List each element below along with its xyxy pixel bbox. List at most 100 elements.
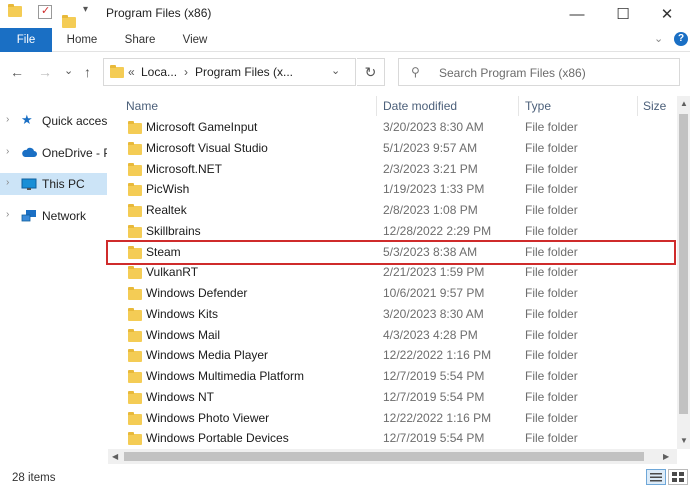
folder-icon bbox=[128, 162, 142, 176]
details-view-icon bbox=[650, 473, 662, 482]
sidebar-item-onedrive[interactable]: › OneDrive - P bbox=[0, 142, 107, 164]
column-header-type[interactable]: Type bbox=[525, 96, 551, 116]
file-name[interactable]: Windows Media Player bbox=[146, 348, 268, 362]
file-name[interactable]: Microsoft Visual Studio bbox=[146, 141, 268, 155]
file-name[interactable]: Windows Defender bbox=[146, 286, 247, 300]
new-folder-icon[interactable] bbox=[62, 15, 76, 28]
table-row[interactable]: Windows Photo Viewer 12/22/2022 1:16 PM Fi… bbox=[108, 408, 677, 429]
table-row[interactable]: Skillbrains 12/28/2022 2:29 PM File folder bbox=[108, 221, 677, 242]
table-row[interactable]: Windows Kits 3/20/2023 8:30 AM File folder bbox=[108, 304, 677, 325]
minimize-button[interactable]: — bbox=[554, 0, 600, 28]
folder-icon bbox=[128, 349, 142, 363]
file-date-modified: 2/21/2023 1:59 PM bbox=[383, 265, 485, 280]
address-dropdown-button[interactable]: ⌄ bbox=[331, 64, 340, 77]
file-date-modified: 12/7/2019 5:54 PM bbox=[383, 369, 485, 383]
file-date-modified: 12/28/2022 2:29 PM bbox=[383, 223, 492, 238]
table-row[interactable]: Microsoft.NET 2/3/2023 3:21 PM File folder bbox=[108, 159, 677, 180]
file-name[interactable]: Windows NT bbox=[146, 390, 214, 404]
column-divider[interactable] bbox=[376, 96, 377, 116]
maximize-button[interactable]: ☐ bbox=[600, 0, 646, 28]
folder-icon bbox=[8, 4, 22, 17]
table-row[interactable]: Windows Defender 10/6/2021 9:57 PM File fo… bbox=[108, 283, 677, 304]
tab-view[interactable]: View bbox=[174, 28, 216, 52]
file-date-modified: 12/22/2022 1:16 PM bbox=[383, 410, 492, 425]
details-view-button[interactable] bbox=[646, 469, 666, 485]
file-name[interactable]: Windows Multimedia Platform bbox=[146, 369, 304, 383]
item-count: 28 items bbox=[12, 472, 56, 484]
forward-button[interactable]: → bbox=[38, 64, 52, 80]
address-bar[interactable]: « Loca... › Program Files (x... bbox=[103, 58, 356, 86]
recent-locations-button[interactable]: ⌄ bbox=[64, 64, 73, 77]
horizontal-scroll-thumb[interactable] bbox=[124, 452, 644, 461]
file-name[interactable]: PicWish bbox=[146, 182, 189, 196]
chevron-down-icon[interactable]: ⌄ bbox=[654, 32, 663, 45]
table-row[interactable]: Windows NT 12/7/2019 5:54 PM File folder bbox=[108, 387, 677, 408]
help-icon[interactable]: ? bbox=[674, 32, 688, 46]
file-name[interactable]: Microsoft GameInput bbox=[146, 120, 257, 134]
file-name[interactable]: Windows Kits bbox=[146, 307, 218, 321]
chevron-right-icon[interactable]: › bbox=[6, 209, 9, 220]
address-segment-local[interactable]: Loca... bbox=[141, 65, 177, 79]
file-date-modified: 10/6/2021 9:57 PM bbox=[383, 286, 485, 300]
cloud-icon bbox=[21, 147, 37, 159]
table-row[interactable]: VulkanRT 2/21/2023 1:59 PM File folder bbox=[108, 262, 677, 283]
tab-file[interactable]: File bbox=[0, 28, 52, 52]
search-box[interactable]: ⚲ Search Program Files (x86) bbox=[398, 58, 680, 86]
address-overflow[interactable]: « bbox=[128, 65, 135, 79]
table-row[interactable]: Windows Portable Devices 12/7/2019 5:54 P… bbox=[108, 428, 677, 449]
table-row[interactable]: Realtek 2/8/2023 1:08 PM File folder bbox=[108, 200, 677, 221]
file-name[interactable]: Skillbrains bbox=[146, 224, 201, 238]
file-name[interactable]: Windows Mail bbox=[146, 328, 220, 342]
column-header-size[interactable]: Size bbox=[643, 96, 666, 116]
refresh-button[interactable]: ↻ bbox=[357, 58, 385, 86]
back-button[interactable]: ← bbox=[10, 64, 24, 80]
search-input[interactable]: Search Program Files (x86) bbox=[439, 66, 586, 80]
table-row[interactable]: Microsoft Visual Studio 5/1/2023 9:57 AM F… bbox=[108, 138, 677, 159]
sidebar-item-quick-access[interactable]: › ★ Quick access bbox=[0, 110, 107, 132]
horizontal-scrollbar[interactable]: ◀ ▶ bbox=[108, 449, 677, 464]
file-date-modified: 12/7/2019 5:54 PM bbox=[383, 389, 485, 404]
file-name[interactable]: Realtek bbox=[146, 203, 187, 217]
folder-icon bbox=[128, 266, 142, 280]
table-row[interactable]: PicWish 1/19/2023 1:33 PM File folder bbox=[108, 179, 677, 200]
table-row[interactable]: Windows Mail 4/3/2023 4:28 PM File folder bbox=[108, 325, 677, 346]
table-row[interactable]: Microsoft GameInput 3/20/2023 8:30 AM File… bbox=[108, 117, 677, 138]
table-row[interactable]: Windows Multimedia Platform 12/7/2019 5:5… bbox=[108, 366, 677, 387]
file-type: File folder bbox=[525, 389, 578, 404]
scroll-left-icon[interactable]: ◀ bbox=[112, 452, 118, 461]
vertical-scrollbar[interactable]: ▲ ▼ bbox=[677, 96, 690, 449]
scroll-down-icon[interactable]: ▼ bbox=[680, 436, 688, 445]
file-type: File folder bbox=[525, 306, 578, 321]
chevron-right-icon[interactable]: › bbox=[6, 177, 9, 188]
tab-share[interactable]: Share bbox=[116, 28, 164, 52]
file-name[interactable]: Windows Portable Devices bbox=[146, 431, 289, 445]
column-divider[interactable] bbox=[637, 96, 638, 116]
file-list: ^ Name Date modified Type Size Microsoft… bbox=[108, 96, 677, 449]
table-row[interactable]: Windows Media Player 12/22/2022 1:16 PM Fi… bbox=[108, 345, 677, 366]
close-button[interactable]: ✕ bbox=[644, 0, 690, 28]
file-date-modified: 3/20/2023 8:30 AM bbox=[383, 120, 484, 134]
chevron-right-icon[interactable]: › bbox=[6, 114, 9, 125]
up-button[interactable]: ↑ bbox=[84, 64, 91, 80]
sidebar-item-network[interactable]: › Network bbox=[0, 205, 107, 227]
status-bar: 28 items bbox=[0, 464, 690, 489]
sidebar-item-this-pc[interactable]: › This PC bbox=[0, 173, 107, 195]
vertical-scroll-thumb[interactable] bbox=[679, 114, 688, 414]
tab-home[interactable]: Home bbox=[60, 28, 104, 52]
file-name[interactable]: VulkanRT bbox=[146, 265, 198, 279]
address-separator[interactable]: › bbox=[184, 65, 188, 79]
customize-quick-access-icon[interactable]: ▾ bbox=[83, 4, 88, 15]
scroll-right-icon[interactable]: ▶ bbox=[663, 452, 669, 461]
folder-icon bbox=[128, 204, 142, 217]
file-name[interactable]: Microsoft.NET bbox=[146, 162, 222, 176]
address-segment-program-files[interactable]: Program Files (x... bbox=[195, 65, 293, 79]
large-icons-view-button[interactable] bbox=[668, 469, 688, 485]
file-name[interactable]: Windows Photo Viewer bbox=[146, 411, 269, 425]
chevron-right-icon[interactable]: › bbox=[6, 146, 9, 157]
sidebar-item-label: Network bbox=[42, 209, 87, 223]
column-header-date-modified[interactable]: Date modified bbox=[383, 96, 457, 116]
scroll-up-icon[interactable]: ▲ bbox=[680, 99, 688, 108]
column-header-name[interactable]: Name bbox=[126, 96, 158, 116]
column-divider[interactable] bbox=[518, 96, 519, 116]
properties-icon[interactable]: ✓ bbox=[38, 5, 52, 19]
